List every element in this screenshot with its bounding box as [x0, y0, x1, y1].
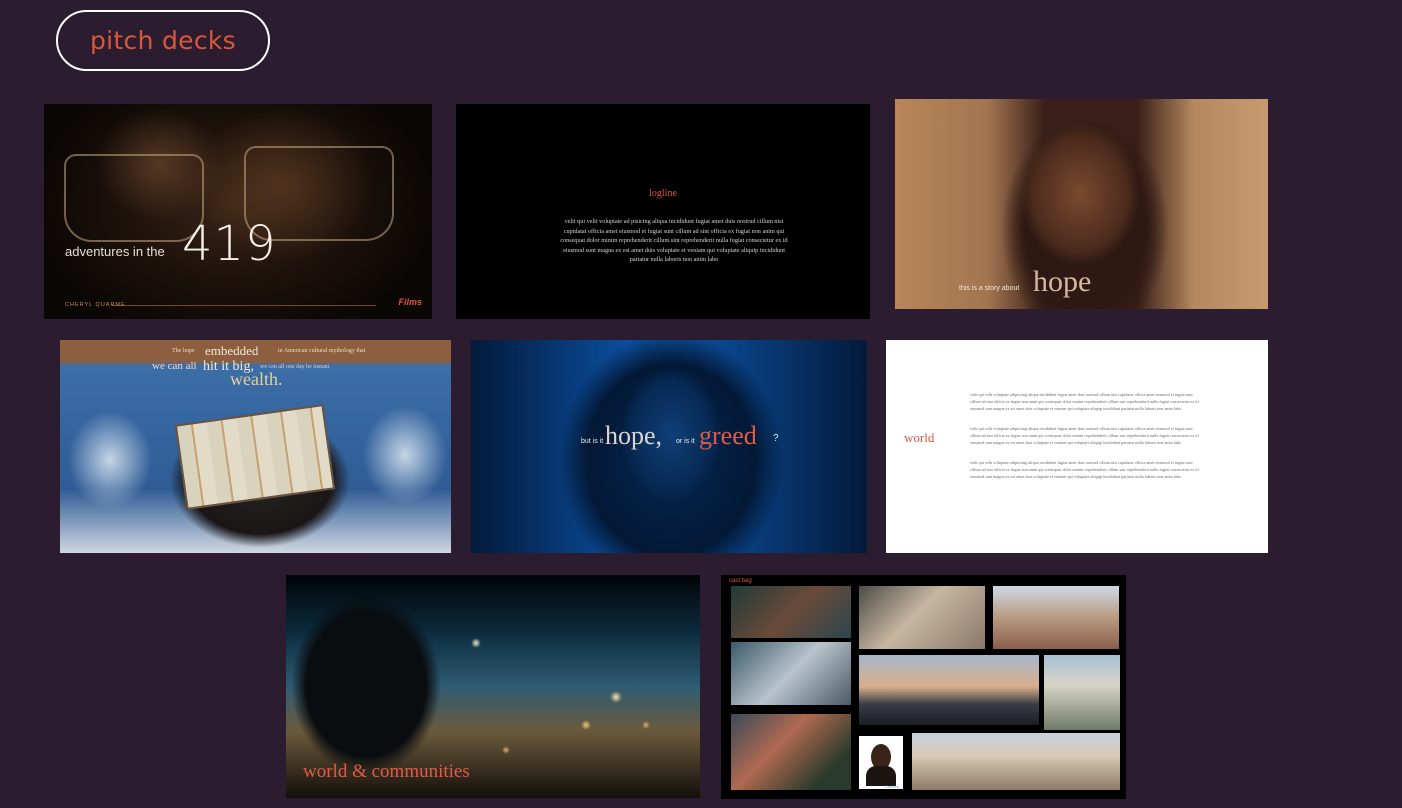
collage-photo [859, 586, 985, 649]
collage-photo [993, 586, 1119, 649]
slide-heading: world [904, 430, 935, 445]
slide-small-title: adventures in the [65, 244, 165, 259]
slide-paragraph-1: velit qui velit voluptate adipiscing ali… [970, 392, 1199, 411]
slide-text-line-2: we can all [152, 360, 197, 372]
slide-logline[interactable]: logline velit qui velit voluptate ad pis… [456, 104, 870, 319]
slide-text-line-1: The hope [172, 348, 195, 354]
slide-adventures-419[interactable]: adventures in the 419 CHERYL QUARME Film… [44, 104, 432, 319]
headshot-photo [859, 736, 903, 789]
slide-wealth[interactable]: The hope embedded in American cultural m… [60, 340, 451, 553]
collage-photo [731, 642, 851, 705]
slide-hope-or-greed[interactable]: but is it hope, or is it greed ? [471, 340, 867, 553]
slide-title: world & communities [303, 761, 470, 782]
credit-divider [112, 305, 376, 306]
slide-paragraph-2: velit qui velit voluptate adipiscing ali… [970, 426, 1199, 445]
slide-hope-story[interactable]: this is a story about hope [895, 99, 1268, 309]
money-bag-image [174, 403, 336, 511]
collage-photo [731, 586, 851, 638]
collage-photo [859, 655, 1039, 725]
pitch-decks-button[interactable]: pitch decks [56, 10, 270, 71]
slide-small-text: this is a story about [959, 285, 1020, 292]
slide-body: velit qui velit voluptate ad pisicing al… [560, 218, 788, 264]
slide-text-or-is-it: or is it [676, 438, 695, 445]
slide-text-wealth: wealth. [230, 369, 283, 389]
collage-photo [912, 733, 1120, 790]
slide-text-hope: hope, [605, 421, 663, 450]
slide-cast-bag[interactable]: cast bag Cynthia [721, 575, 1126, 799]
slide-text-embedded: embedded [205, 343, 259, 358]
collage-photo [731, 714, 851, 790]
slide-paragraph-3: velit qui velit voluptate adipiscing ali… [970, 460, 1199, 479]
slide-world[interactable]: world velit qui velit voluptate adipisci… [886, 340, 1268, 553]
slide-text-but-is-it: but is it [581, 438, 604, 445]
slide-world-communities[interactable]: world & communities [286, 575, 700, 798]
film-logo: Films [398, 297, 422, 307]
slide-big-text: hope [1033, 265, 1092, 298]
slide-text-question: ? [773, 433, 779, 444]
slide-tag: cast bag [729, 578, 752, 584]
headshot-caption: Cynthia [885, 784, 899, 789]
slide-text-greed: greed [699, 421, 757, 450]
slide-heading: logline [649, 188, 677, 199]
slide-text-line-1b: in American cultural mythology that [278, 348, 366, 354]
collage-photo [1044, 655, 1120, 730]
slide-big-title: 419 [182, 216, 277, 272]
